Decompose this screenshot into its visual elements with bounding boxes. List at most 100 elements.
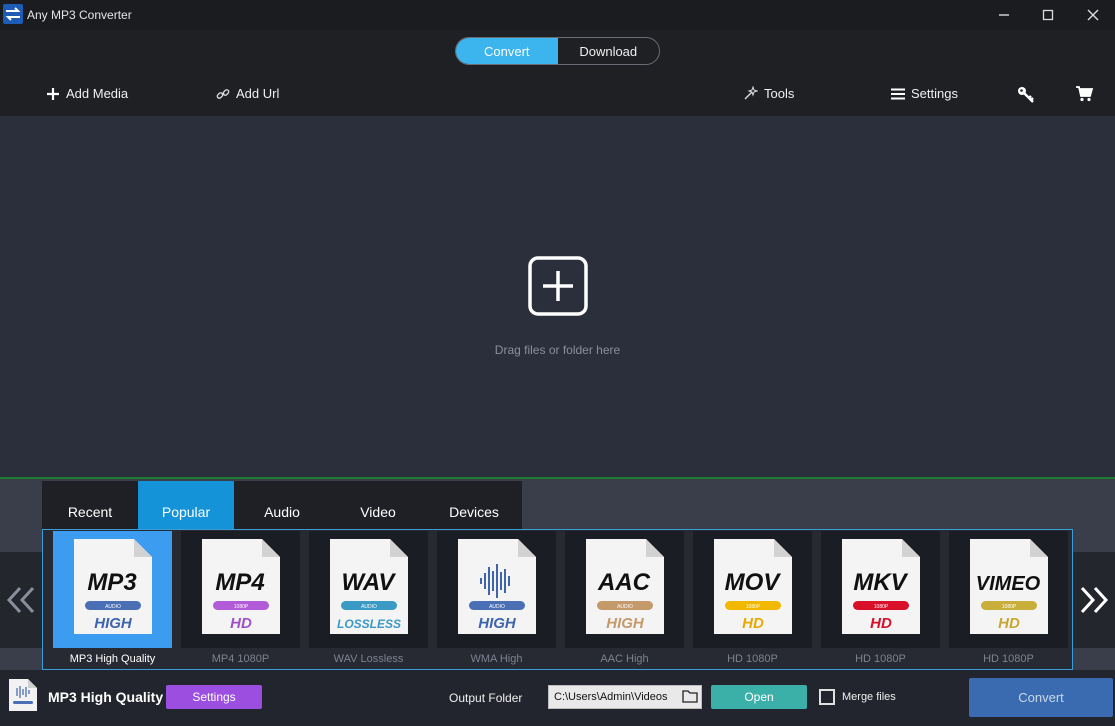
drop-zone[interactable]: Drag files or folder here: [0, 116, 1115, 477]
format-name-text: WAV: [342, 569, 397, 596]
output-folder-path: C:\Users\Admin\Videos: [554, 691, 668, 703]
file-format-icon: AAC AUDIO HIGH: [586, 539, 664, 634]
format-thumbnail: VIMEO 1080P HD: [949, 531, 1068, 648]
settings-label: Settings: [911, 86, 958, 101]
previous-formats-button[interactable]: [0, 552, 42, 648]
format-quality-text: HIGH: [94, 615, 133, 632]
settings-menu-button[interactable]: Settings: [891, 86, 958, 101]
add-url-label: Add Url: [236, 86, 280, 101]
close-icon: [1087, 9, 1099, 21]
format-thumbnail: MOV 1080P HD: [693, 531, 812, 648]
format-card-label: WMA High: [470, 653, 523, 665]
mode-toggle: Convert Download: [455, 37, 660, 65]
format-quality-text: HIGH: [478, 615, 517, 632]
merge-files-checkbox[interactable]: [819, 689, 835, 705]
format-card[interactable]: MP4 1080P HD MP4 1080P: [181, 531, 300, 669]
format-quality-text: HD: [998, 615, 1020, 632]
format-quality-text: HD: [742, 615, 764, 632]
title-bar: Any MP3 Converter: [0, 0, 1115, 30]
magic-wand-icon: [743, 86, 758, 101]
format-thumbnail: WAV AUDIO LOSSLESS: [309, 531, 428, 648]
tab-recent[interactable]: Recent: [42, 481, 138, 529]
format-name-text: MP3: [87, 569, 137, 596]
selected-format-name: MP3 High Quality: [48, 689, 164, 705]
format-badge-text: 1080P: [746, 604, 761, 610]
format-card[interactable]: MP3 AUDIO HIGH MP3 High Quality: [53, 531, 172, 669]
next-formats-button[interactable]: [1073, 552, 1115, 648]
format-list: MP3 AUDIO HIGH MP3 High Quality MP4 1080P HD MP…: [42, 529, 1073, 670]
format-card-label: HD 1080P: [983, 653, 1034, 665]
double-chevron-left-icon: [6, 586, 35, 614]
format-card[interactable]: MKV 1080P HD HD 1080P: [821, 531, 940, 669]
merge-files-label: Merge files: [842, 691, 896, 703]
format-thumbnail: MKV 1080P HD: [821, 531, 940, 648]
format-name-text: MKV: [853, 569, 908, 596]
format-card-label: MP4 1080P: [211, 653, 270, 665]
cart-button[interactable]: [1076, 86, 1099, 102]
format-badge-text: 1080P: [1002, 604, 1017, 610]
file-format-icon: MKV 1080P HD: [842, 539, 920, 634]
format-thumbnail: AAC AUDIO HIGH: [565, 531, 684, 648]
format-card[interactable]: VIMEO 1080P HD HD 1080P: [949, 531, 1068, 669]
format-card-label: WAV Lossless: [333, 653, 404, 665]
format-panel: Recent Popular Audio Video Devices MP3 AU…: [0, 477, 1115, 670]
maximize-button[interactable]: [1026, 0, 1070, 30]
file-format-icon: VIMEO 1080P HD: [970, 539, 1048, 634]
format-badge-text: 1080P: [874, 604, 889, 610]
format-card[interactable]: WAV AUDIO LOSSLESS WAV Lossless: [309, 531, 428, 669]
output-folder-field[interactable]: C:\Users\Admin\Videos: [548, 685, 702, 709]
minimize-button[interactable]: [982, 0, 1026, 30]
plus-icon: [46, 87, 60, 101]
format-name-text: AAC: [597, 569, 651, 596]
maximize-icon: [1042, 9, 1054, 21]
download-mode-button[interactable]: Download: [558, 38, 660, 64]
key-icon: [1017, 86, 1035, 104]
format-badge-text: AUDIO: [617, 604, 633, 610]
tools-label: Tools: [764, 86, 795, 101]
format-card[interactable]: AAC AUDIO HIGH AAC High: [565, 531, 684, 669]
folder-icon[interactable]: [682, 689, 698, 708]
output-folder-label: Output Folder: [449, 691, 523, 705]
add-file-plus-icon[interactable]: [528, 256, 588, 321]
format-badge-text: AUDIO: [489, 604, 505, 610]
format-quality-text: HD: [870, 615, 892, 632]
convert-mode-button[interactable]: Convert: [456, 38, 558, 64]
minimize-icon: [999, 14, 1009, 16]
file-format-icon: AUDIO HIGH: [458, 539, 536, 634]
open-folder-button[interactable]: Open: [711, 685, 807, 709]
register-key-button[interactable]: [1017, 86, 1041, 104]
tab-popular[interactable]: Popular: [138, 481, 234, 529]
format-name-text: MP4: [215, 569, 264, 596]
format-badge-text: 1080P: [234, 604, 249, 610]
convert-button[interactable]: Convert: [969, 678, 1113, 717]
format-thumbnail: AUDIO HIGH: [437, 531, 556, 648]
format-name-text: MOV: [725, 569, 782, 596]
format-name-text: VIMEO: [976, 573, 1041, 595]
double-chevron-right-icon: [1080, 586, 1109, 614]
tab-video[interactable]: Video: [330, 481, 426, 529]
menu-icon: [891, 88, 905, 100]
file-format-icon: MP3 AUDIO HIGH: [74, 539, 152, 634]
shopping-cart-icon: [1076, 86, 1093, 102]
tab-devices[interactable]: Devices: [426, 481, 522, 529]
header: Convert Download Add Media Add Url Tools: [0, 30, 1115, 116]
close-button[interactable]: [1071, 0, 1115, 30]
format-quality-text: HD: [230, 615, 252, 632]
format-card-label: AAC High: [600, 653, 649, 665]
format-quality-text: HIGH: [606, 615, 645, 632]
format-badge-text: AUDIO: [361, 604, 377, 610]
file-format-icon: WAV AUDIO LOSSLESS: [330, 539, 408, 634]
format-card-label: HD 1080P: [855, 653, 906, 665]
bottom-bar: MP3 High Quality Settings Output Folder …: [0, 670, 1115, 726]
format-card[interactable]: AUDIO HIGH WMA High: [437, 531, 556, 669]
format-settings-button[interactable]: Settings: [166, 685, 262, 709]
file-format-icon: MOV 1080P HD: [714, 539, 792, 634]
format-card[interactable]: MOV 1080P HD HD 1080P: [693, 531, 812, 669]
tab-audio[interactable]: Audio: [234, 481, 330, 529]
tools-button[interactable]: Tools: [743, 86, 794, 101]
add-url-button[interactable]: Add Url: [216, 86, 279, 101]
format-card-label: HD 1080P: [727, 653, 778, 665]
format-quality-text: LOSSLESS: [337, 617, 401, 631]
format-thumbnail: MP3 AUDIO HIGH: [53, 531, 172, 648]
add-media-button[interactable]: Add Media: [46, 86, 128, 101]
